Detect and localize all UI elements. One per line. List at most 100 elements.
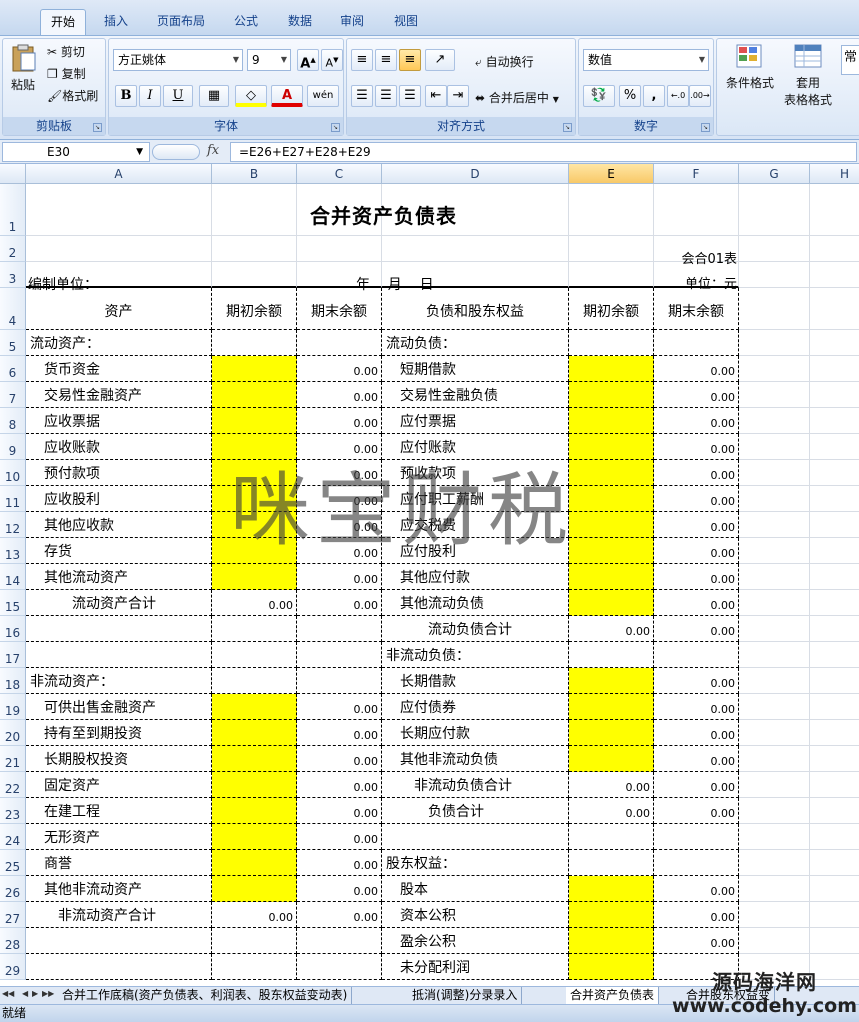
row-header-11[interactable]: 11 — [0, 486, 26, 512]
liability-item-cell[interactable]: 非流动负债合计 — [382, 772, 569, 798]
liability-opening-balance-cell[interactable] — [569, 824, 654, 850]
row-header-2[interactable]: 2 — [0, 236, 26, 262]
grid-cell[interactable] — [739, 382, 810, 408]
grid-cell[interactable] — [739, 330, 810, 356]
insert-function-icon[interactable]: fx — [207, 143, 219, 158]
tab-insert[interactable]: 插入 — [96, 9, 136, 35]
column-header-d[interactable]: D — [382, 164, 569, 184]
grid-cell[interactable] — [739, 850, 810, 876]
grid-cell[interactable] — [569, 236, 654, 262]
grid-cell[interactable] — [297, 236, 382, 262]
asset-item-cell[interactable]: 非流动资产合计 — [26, 902, 212, 928]
asset-item-cell[interactable]: 无形资产 — [26, 824, 212, 850]
liability-item-cell[interactable]: 非流动负债： — [382, 642, 569, 668]
grid-cell[interactable] — [810, 564, 859, 590]
liability-item-cell[interactable]: 预收款项 — [382, 460, 569, 486]
liability-item-cell[interactable]: 股本 — [382, 876, 569, 902]
column-header-a[interactable]: A — [26, 164, 212, 184]
asset-item-cell[interactable]: 长期股权投资 — [26, 746, 212, 772]
grid-cell[interactable] — [810, 512, 859, 538]
liability-item-cell[interactable]: 短期借款 — [382, 356, 569, 382]
column-header-b[interactable]: B — [212, 164, 297, 184]
cut-button[interactable]: ✂ 剪切 — [47, 43, 85, 60]
number-format-select[interactable]: 数值 ▼ — [583, 49, 709, 71]
grid-cell[interactable] — [810, 746, 859, 772]
asset-opening-balance-cell[interactable] — [212, 564, 297, 590]
asset-closing-balance-cell[interactable]: 0.00 — [297, 824, 382, 850]
column-header-e[interactable]: E — [569, 164, 654, 184]
column-header-c[interactable]: C — [297, 164, 382, 184]
asset-opening-balance-cell[interactable] — [212, 616, 297, 642]
tab-formulas[interactable]: 公式 — [224, 9, 268, 35]
asset-opening-balance-cell[interactable] — [212, 772, 297, 798]
liability-opening-balance-cell[interactable] — [569, 720, 654, 746]
liability-opening-balance-cell[interactable] — [569, 746, 654, 772]
liability-item-cell[interactable]: 流动负债合计 — [382, 616, 569, 642]
asset-item-cell[interactable] — [26, 642, 212, 668]
grid-cell[interactable] — [810, 928, 859, 954]
row-header-6[interactable]: 6 — [0, 356, 26, 382]
asset-opening-balance-cell[interactable] — [212, 408, 297, 434]
asset-item-cell[interactable]: 应收票据 — [26, 408, 212, 434]
shrink-font-button[interactable]: A▼ — [321, 49, 343, 71]
asset-item-cell[interactable]: 应收账款 — [26, 434, 212, 460]
clipboard-launcher-icon[interactable]: ↘ — [93, 123, 102, 132]
asset-closing-balance-cell[interactable]: 0.00 — [297, 850, 382, 876]
next-sheet-icon[interactable]: ▶ — [32, 989, 38, 998]
asset-opening-balance-cell[interactable] — [212, 460, 297, 486]
grid-cell[interactable] — [810, 694, 859, 720]
row-header-27[interactable]: 27 — [0, 902, 26, 928]
column-header-g[interactable]: G — [739, 164, 810, 184]
italic-button[interactable]: I — [139, 85, 161, 107]
row-header-17[interactable]: 17 — [0, 642, 26, 668]
asset-closing-balance-cell[interactable]: 0.00 — [297, 382, 382, 408]
grid-cell[interactable] — [739, 288, 810, 330]
asset-closing-balance-cell[interactable] — [297, 330, 382, 356]
formula-input[interactable]: =E26+E27+E28+E29 — [230, 142, 857, 162]
grid-cell[interactable] — [739, 512, 810, 538]
liability-item-cell[interactable]: 应交税费 — [382, 512, 569, 538]
asset-closing-balance-cell[interactable]: 0.00 — [297, 590, 382, 616]
asset-opening-balance-cell[interactable] — [212, 642, 297, 668]
asset-item-cell[interactable]: 其他流动资产 — [26, 564, 212, 590]
liability-item-cell[interactable]: 长期应付款 — [382, 720, 569, 746]
align-top-button[interactable]: ≡ — [351, 49, 373, 71]
row-header-28[interactable]: 28 — [0, 928, 26, 954]
row-header-21[interactable]: 21 — [0, 746, 26, 772]
column-header-f[interactable]: F — [654, 164, 739, 184]
asset-closing-balance-cell[interactable]: 0.00 — [297, 798, 382, 824]
align-center-button[interactable]: ☰ — [375, 85, 397, 107]
paste-button[interactable]: 粘贴 — [7, 43, 39, 103]
liability-item-cell[interactable]: 应付职工薪酬 — [382, 486, 569, 512]
asset-closing-balance-cell[interactable]: 0.00 — [297, 772, 382, 798]
asset-opening-balance-cell[interactable] — [212, 512, 297, 538]
asset-closing-balance-cell[interactable]: 0.00 — [297, 746, 382, 772]
liability-opening-balance-cell[interactable] — [569, 668, 654, 694]
grid-cell[interactable] — [212, 262, 297, 288]
formula-bar-divider-handle[interactable] — [152, 144, 200, 160]
grid-cell[interactable] — [739, 928, 810, 954]
liability-item-cell[interactable]: 应付股利 — [382, 538, 569, 564]
asset-closing-balance-cell[interactable] — [297, 668, 382, 694]
grid-cell[interactable] — [569, 262, 654, 288]
row-header-3[interactable]: 3 — [0, 262, 26, 288]
liability-item-cell[interactable]: 盈余公积 — [382, 928, 569, 954]
font-size-select[interactable]: 9 ▼ — [247, 49, 291, 71]
liability-opening-balance-cell[interactable] — [569, 460, 654, 486]
grid-cell[interactable] — [212, 236, 297, 262]
row-header-5[interactable]: 5 — [0, 330, 26, 356]
fill-color-button[interactable]: ◇ — [235, 85, 267, 107]
row-header-4[interactable]: 4 — [0, 288, 26, 330]
asset-opening-balance-cell[interactable] — [212, 382, 297, 408]
asset-closing-balance-cell[interactable]: 0.00 — [297, 460, 382, 486]
asset-opening-balance-cell[interactable] — [212, 746, 297, 772]
asset-item-cell[interactable]: 其他应收款 — [26, 512, 212, 538]
asset-item-cell[interactable]: 固定资产 — [26, 772, 212, 798]
grid-cell[interactable] — [739, 642, 810, 668]
asset-item-cell[interactable]: 流动资产合计 — [26, 590, 212, 616]
format-painter-button[interactable]: 🖌格式刷 — [47, 87, 98, 104]
grid-cell[interactable] — [739, 876, 810, 902]
row-header-18[interactable]: 18 — [0, 668, 26, 694]
liability-item-cell[interactable]: 应付债券 — [382, 694, 569, 720]
tab-review[interactable]: 审阅 — [330, 9, 374, 35]
